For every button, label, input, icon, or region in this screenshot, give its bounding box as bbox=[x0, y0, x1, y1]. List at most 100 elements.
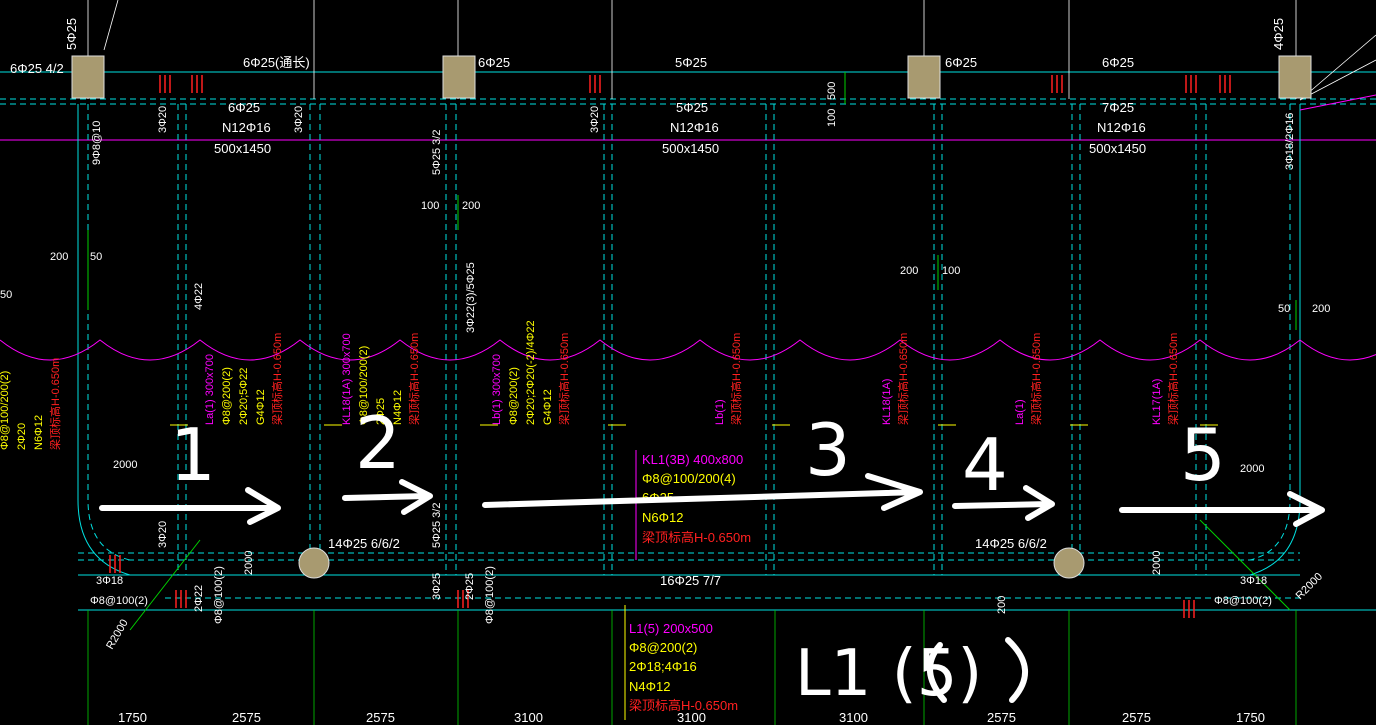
beam-label-line: Φ8@200(2) bbox=[508, 367, 520, 425]
dimension: 200 bbox=[50, 251, 68, 263]
top-rebar: 6Φ25 bbox=[1102, 55, 1134, 70]
bottom-small: 2Φ22 bbox=[193, 585, 205, 612]
vertical-rebar: 4Φ22 bbox=[193, 283, 205, 310]
bottom-small: Φ8@100(2) bbox=[484, 566, 496, 624]
beam-label-line: 梁顶标高H-0.650m bbox=[270, 333, 284, 425]
bottom-small: 3Φ18 bbox=[96, 575, 123, 587]
mid-dimensions: 200 50 50 100 200 200 100 50 200 500 100 bbox=[0, 82, 1330, 315]
dimension: 100 bbox=[942, 265, 960, 277]
beam-label-line: Lb(1) bbox=[714, 399, 726, 425]
dimension: 100 bbox=[826, 109, 838, 127]
kl1-line: KL1(3B) 400x800 bbox=[642, 452, 743, 467]
round-column bbox=[1053, 547, 1085, 579]
beam-torsion: N12Φ16 bbox=[1097, 120, 1146, 135]
beam-label-line: 梁顶标高H-0.650m bbox=[557, 333, 571, 425]
beam-rebar: 7Φ25 bbox=[1102, 100, 1134, 115]
column bbox=[907, 55, 941, 99]
beam-label-line: La(1) bbox=[1014, 399, 1026, 425]
bottom-dimension: 1750 bbox=[118, 710, 147, 725]
bottom-small: 3Φ20 bbox=[157, 521, 169, 548]
dimension: 50 bbox=[0, 289, 12, 301]
beam-label-line: 梁顶标高H-0.650m bbox=[407, 333, 421, 425]
kl1-line: N6Φ12 bbox=[642, 510, 683, 525]
dimension: 2000 bbox=[1151, 551, 1163, 575]
beam-rebar: 5Φ25 bbox=[676, 100, 708, 115]
beam-label-line: 梁顶标高H-0.650m bbox=[1029, 333, 1043, 425]
top-rebar: 6Φ25 4/2 bbox=[10, 61, 64, 76]
beam-label-line: G4Φ12 bbox=[255, 389, 267, 425]
hand-number-2: 2 bbox=[355, 401, 401, 485]
round-column bbox=[298, 547, 330, 579]
vertical-rebar: 9Φ8@10 bbox=[91, 121, 103, 165]
dimension: 50 bbox=[1278, 303, 1290, 315]
cad-path bbox=[87, 104, 131, 561]
top-rebar: 6Φ25 bbox=[478, 55, 510, 70]
l1-bracket-right bbox=[1005, 637, 1029, 703]
vertical-rebar: 5Φ25 3/2 bbox=[431, 130, 443, 175]
dimension: 200 bbox=[1312, 303, 1330, 315]
bottom-small: 2Φ25 bbox=[464, 573, 476, 600]
beam-size: 500x1450 bbox=[1089, 141, 1146, 156]
bottom-rebar: 14Φ25 6/6/2 bbox=[328, 536, 400, 551]
top-rebar: 6Φ25(通长) bbox=[243, 55, 310, 70]
beam-label-line: Lb(1) 300x700 bbox=[491, 354, 503, 425]
hand-label-l1: L1 (5) bbox=[795, 637, 982, 711]
cad-path bbox=[1249, 104, 1291, 561]
top-rebar: 5Φ25 bbox=[675, 55, 707, 70]
bottom-dimension: 3100 bbox=[514, 710, 543, 725]
l1-annotation: L1(5) 200x500 Φ8@200(2) 2Φ18;4Φ16 N4Φ12 … bbox=[629, 621, 738, 713]
hand-number-1: 1 bbox=[170, 413, 216, 497]
beam-label-line: 2Φ20 bbox=[16, 423, 28, 450]
beam-label-line: 2Φ20;5Φ22 bbox=[238, 368, 250, 425]
dimension: 2000 bbox=[243, 551, 255, 575]
beam-label-line: 梁顶标高H-0.650m bbox=[729, 333, 743, 425]
bottom-small: Φ8@100(2) bbox=[1214, 595, 1272, 607]
vertical-rebar: 3Φ18/2Φ16 bbox=[1284, 113, 1296, 170]
bottom-dimension: 2575 bbox=[232, 710, 261, 725]
column bbox=[1278, 55, 1312, 99]
beam-size: 500x1450 bbox=[214, 141, 271, 156]
arrow-2 bbox=[342, 479, 433, 515]
top-rebar-labels: 6Φ25 4/2 6Φ25(通长) 6Φ25 5Φ25 6Φ25 6Φ25 5Φ… bbox=[10, 18, 1286, 76]
bottom-small: Φ8@100(2) bbox=[90, 595, 148, 607]
hand-number-3: 3 bbox=[805, 408, 851, 492]
bottom-rebar: 14Φ25 6/6/2 bbox=[975, 536, 1047, 551]
beam-label-line: 梁顶标高H-0.650m bbox=[48, 358, 62, 450]
cad-path bbox=[1249, 104, 1301, 576]
hand-number-5: 5 bbox=[1180, 413, 1226, 497]
l1-line: Φ8@200(2) bbox=[629, 640, 697, 655]
vertical-rebar: 3Φ20 bbox=[293, 106, 305, 133]
cad-drawing: 6Φ25 4/2 6Φ25(通长) 6Φ25 5Φ25 6Φ25 6Φ25 5Φ… bbox=[0, 0, 1376, 725]
dimension: 200 bbox=[462, 200, 480, 212]
l1-line: 2Φ18;4Φ16 bbox=[629, 659, 697, 674]
arrow-5 bbox=[1119, 491, 1325, 527]
bottom-small: 5Φ25 3/2 bbox=[431, 503, 443, 548]
beam-label-line: KL18(1A) bbox=[881, 379, 893, 425]
bottom-dimension: 2575 bbox=[987, 710, 1016, 725]
bottom-small: 3Φ18 bbox=[1240, 575, 1267, 587]
column bbox=[442, 55, 476, 99]
column bbox=[71, 55, 105, 99]
beam-label-line: KL18(1A) 300x700 bbox=[341, 333, 353, 425]
dimension: 200 bbox=[996, 596, 1008, 614]
beam-label-line: N6Φ12 bbox=[33, 415, 45, 450]
beam-size: 500x1450 bbox=[662, 141, 719, 156]
dimension: 2000 bbox=[113, 459, 137, 471]
bottom-dimension: 1750 bbox=[1236, 710, 1265, 725]
l1-line: L1(5) 200x500 bbox=[629, 621, 713, 636]
kl1-line: 梁顶标高H-0.650m bbox=[642, 530, 751, 545]
dimension: 500 bbox=[826, 82, 838, 100]
handwriting-overlay bbox=[99, 473, 1325, 703]
top-vertical-rebar: 5Φ25 bbox=[64, 18, 79, 50]
bottom-small: 3Φ25 bbox=[431, 573, 443, 600]
beam-torsion: N12Φ16 bbox=[222, 120, 271, 135]
dimension: 200 bbox=[900, 265, 918, 277]
beam-label-line: KL17(1A) bbox=[1151, 379, 1163, 425]
beam-label-line: 梁顶标高H-0.650m bbox=[896, 333, 910, 425]
vertical-rebar: 3Φ20 bbox=[589, 106, 601, 133]
vertical-rebar: 3Φ22(3)/5Φ25 bbox=[465, 262, 477, 333]
kl1-line: Φ8@100/200(4) bbox=[642, 471, 736, 486]
dimension: 2000 bbox=[1240, 463, 1264, 475]
bottom-dimension: 2575 bbox=[366, 710, 395, 725]
vertical-rebar: 3Φ20 bbox=[157, 106, 169, 133]
